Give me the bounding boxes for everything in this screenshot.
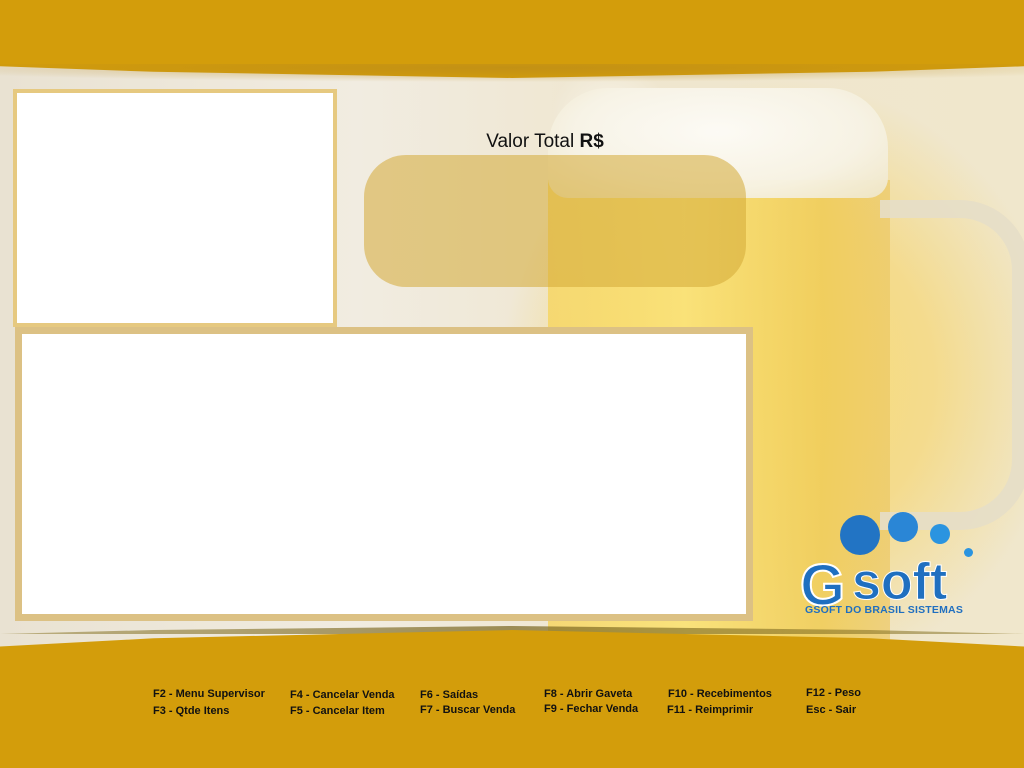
shortcut-esc[interactable]: Esc - Sair bbox=[806, 704, 856, 716]
logo-dot-small bbox=[930, 524, 950, 544]
product-image-panel bbox=[13, 89, 337, 327]
logo-dot-medium bbox=[888, 512, 918, 542]
total-label-currency: R$ bbox=[579, 131, 604, 152]
shortcut-f7[interactable]: F7 - Buscar Venda bbox=[420, 704, 515, 716]
shortcut-f4[interactable]: F4 - Cancelar Venda bbox=[290, 689, 395, 701]
top-bar-shadow bbox=[0, 64, 1024, 82]
logo-dot-large bbox=[840, 515, 880, 555]
total-label-text: Valor Total bbox=[486, 131, 575, 152]
shortcut-f9[interactable]: F9 - Fechar Venda bbox=[544, 703, 638, 715]
shortcut-f10[interactable]: F10 - Recebimentos bbox=[668, 688, 772, 700]
shortcut-f6[interactable]: F6 - Saídas bbox=[420, 689, 478, 701]
beer-mug-handle-image bbox=[880, 200, 1024, 530]
shortcut-f11[interactable]: F11 - Reimprimir bbox=[667, 704, 753, 716]
shortcut-f3[interactable]: F3 - Qtde Itens bbox=[153, 705, 229, 717]
gsoft-logo: G soft GSOFT DO BRASIL SISTEMAS bbox=[799, 510, 980, 620]
sale-items-panel[interactable] bbox=[15, 327, 753, 621]
shortcut-f8[interactable]: F8 - Abrir Gaveta bbox=[544, 688, 632, 700]
logo-dot-tiny bbox=[964, 548, 973, 557]
logo-word-soft: soft bbox=[851, 553, 948, 612]
shortcut-f12[interactable]: F12 - Peso bbox=[806, 687, 861, 699]
shortcut-f5[interactable]: F5 - Cancelar Item bbox=[290, 705, 385, 717]
shortcut-f2[interactable]: F2 - Menu Supervisor bbox=[153, 688, 265, 700]
total-label: Valor Total R$ bbox=[430, 131, 660, 153]
total-value-box bbox=[364, 155, 746, 287]
logo-tagline: GSOFT DO BRASIL SISTEMAS bbox=[805, 604, 964, 616]
